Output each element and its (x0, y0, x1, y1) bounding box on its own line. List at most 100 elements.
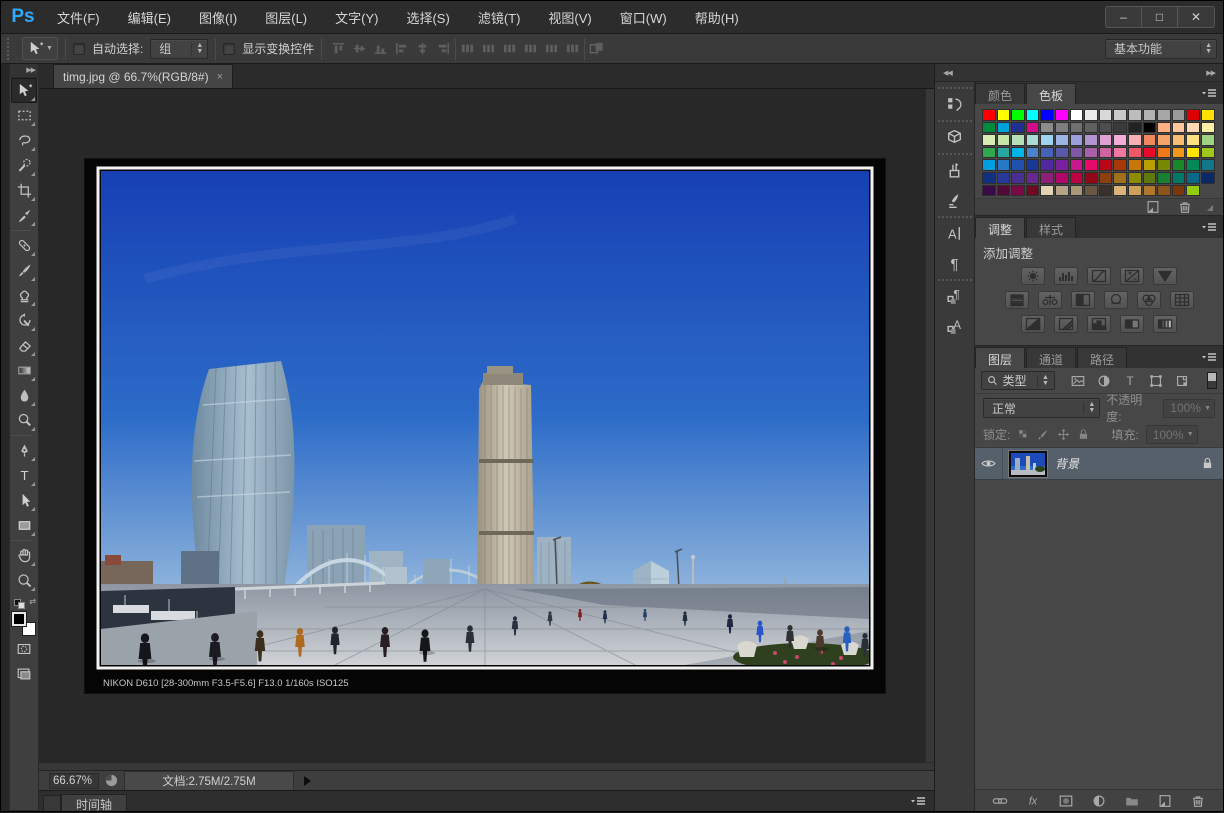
auto-select-checkbox[interactable] (73, 43, 85, 55)
clone-stamp-tool[interactable] (11, 283, 37, 308)
color-swatch[interactable] (1157, 134, 1171, 146)
exposure-adjustment-button[interactable] (1120, 267, 1144, 285)
minimize-button[interactable]: – (1106, 7, 1142, 27)
color-swatch[interactable] (1113, 185, 1127, 197)
color-swatch[interactable] (1113, 122, 1127, 134)
tab-swatches-颜色[interactable]: 颜色 (975, 83, 1025, 104)
add-layer-mask-button[interactable] (1056, 793, 1076, 809)
menu-编辑[interactable]: 编辑(E) (116, 4, 183, 31)
menu-图层[interactable]: 图层(L) (253, 4, 319, 31)
new-swatch-button[interactable] (1143, 199, 1163, 215)
color-swatch[interactable] (997, 172, 1011, 184)
color-swatch[interactable] (1099, 172, 1113, 184)
tab-adjustments-调整[interactable]: 调整 (975, 217, 1025, 238)
new-layer-button[interactable] (1155, 793, 1175, 809)
color-swatch[interactable] (1070, 147, 1084, 159)
color-swatch[interactable] (1201, 172, 1215, 184)
color-swatch[interactable] (1070, 159, 1084, 171)
layer-thumbnail[interactable] (1009, 451, 1047, 477)
tab-timeline[interactable]: 时间轴 (61, 794, 127, 811)
rectangle-shape-tool[interactable] (11, 513, 37, 538)
history-brush-tool[interactable] (11, 308, 37, 333)
color-swatch[interactable] (1084, 185, 1098, 197)
screen-mode-button[interactable] (11, 661, 37, 686)
color-swatch[interactable] (1011, 159, 1025, 171)
color-swatch[interactable] (1040, 122, 1054, 134)
color-swatch[interactable] (1084, 109, 1098, 121)
color-swatch[interactable] (1157, 122, 1171, 134)
color-swatch[interactable] (1070, 185, 1084, 197)
tab-swatches-色板[interactable]: 色板 (1026, 83, 1076, 104)
close-icon[interactable]: × (217, 71, 223, 83)
distribute-vertical-centers-button[interactable] (479, 38, 498, 59)
smart-object-filter-icon[interactable] (1172, 372, 1192, 390)
character-styles-panel-icon[interactable]: A (942, 315, 968, 337)
color-swatch[interactable] (1055, 147, 1069, 159)
brush-tool[interactable] (11, 258, 37, 283)
color-balance-adjustment-button[interactable] (1038, 291, 1062, 309)
blur-tool[interactable] (11, 383, 37, 408)
color-swatch[interactable] (1186, 147, 1200, 159)
zoom-level-field[interactable]: 66.67% (49, 773, 99, 789)
color-swatch[interactable] (997, 185, 1011, 197)
layer-style-button[interactable]: fx (1023, 793, 1043, 809)
color-swatch[interactable] (1055, 109, 1069, 121)
color-swatch[interactable] (1201, 159, 1215, 171)
color-swatch[interactable] (1201, 147, 1215, 159)
color-swatch[interactable] (1128, 172, 1142, 184)
invert-adjustment-button[interactable] (1021, 315, 1045, 333)
curves-adjustment-button[interactable] (1087, 267, 1111, 285)
color-swatch[interactable] (1070, 109, 1084, 121)
color-swatch[interactable] (1172, 122, 1186, 134)
gradient-map-adjustment-button[interactable] (1120, 315, 1144, 333)
lock-image-button[interactable] (1037, 428, 1050, 441)
color-swatch[interactable] (982, 147, 996, 159)
menu-文字[interactable]: 文字(Y) (323, 4, 390, 31)
color-swatch[interactable] (1143, 185, 1157, 197)
layer-filter-kind-dropdown[interactable]: 类型 ▲▼ (981, 371, 1055, 390)
document-size-info[interactable]: 文档:2.75M/2.75M (124, 771, 294, 791)
color-swatch[interactable] (1070, 134, 1084, 146)
color-swatch[interactable] (997, 134, 1011, 146)
color-swatch[interactable] (997, 109, 1011, 121)
color-swatch[interactable] (1040, 134, 1054, 146)
new-group-button[interactable] (1122, 793, 1142, 809)
color-swatch[interactable] (1055, 159, 1069, 171)
color-swatch[interactable] (1026, 122, 1040, 134)
color-swatch[interactable] (1011, 172, 1025, 184)
color-swatch[interactable] (1070, 172, 1084, 184)
color-swatch[interactable] (1128, 109, 1142, 121)
color-lookup-adjustment-button[interactable] (1170, 291, 1194, 309)
horizontal-type-tool[interactable]: T (11, 463, 37, 488)
distribute-left-edges-button[interactable] (521, 38, 540, 59)
color-swatch[interactable] (1084, 122, 1098, 134)
color-swatch[interactable] (1157, 172, 1171, 184)
color-swatch[interactable] (997, 147, 1011, 159)
color-swatch[interactable] (1040, 147, 1054, 159)
eyedropper-tool[interactable] (11, 203, 37, 228)
color-swatch[interactable] (997, 122, 1011, 134)
lock-position-button[interactable] (1057, 428, 1070, 441)
zoom-tool[interactable] (11, 568, 37, 593)
color-swatch[interactable] (1186, 159, 1200, 171)
panel-menu-icon[interactable] (1201, 88, 1217, 98)
color-swatch[interactable] (997, 159, 1011, 171)
color-swatch[interactable] (1143, 159, 1157, 171)
color-swatch[interactable] (1157, 147, 1171, 159)
blend-mode-dropdown[interactable]: 正常 ▲▼ (983, 398, 1100, 418)
link-layers-button[interactable] (990, 793, 1010, 809)
panel-menu-icon[interactable] (910, 796, 926, 806)
color-swatch[interactable] (1084, 159, 1098, 171)
shape-layer-filter-icon[interactable] (1146, 372, 1166, 390)
tool-presets-panel-icon[interactable] (942, 189, 968, 211)
color-swatch[interactable] (982, 185, 996, 197)
layer-row-background[interactable]: 背景 (975, 448, 1223, 480)
expand-panels-icon[interactable]: ▶▶ (1206, 69, 1215, 77)
color-swatch[interactable] (1011, 122, 1025, 134)
workspace-switcher[interactable]: 基本功能 ▲▼ (1105, 39, 1217, 59)
black-white-adjustment-button[interactable] (1071, 291, 1095, 309)
lasso-tool[interactable] (11, 128, 37, 153)
color-swatch[interactable] (1055, 134, 1069, 146)
align-top-edges-button[interactable] (329, 38, 348, 59)
color-swatch[interactable] (982, 159, 996, 171)
